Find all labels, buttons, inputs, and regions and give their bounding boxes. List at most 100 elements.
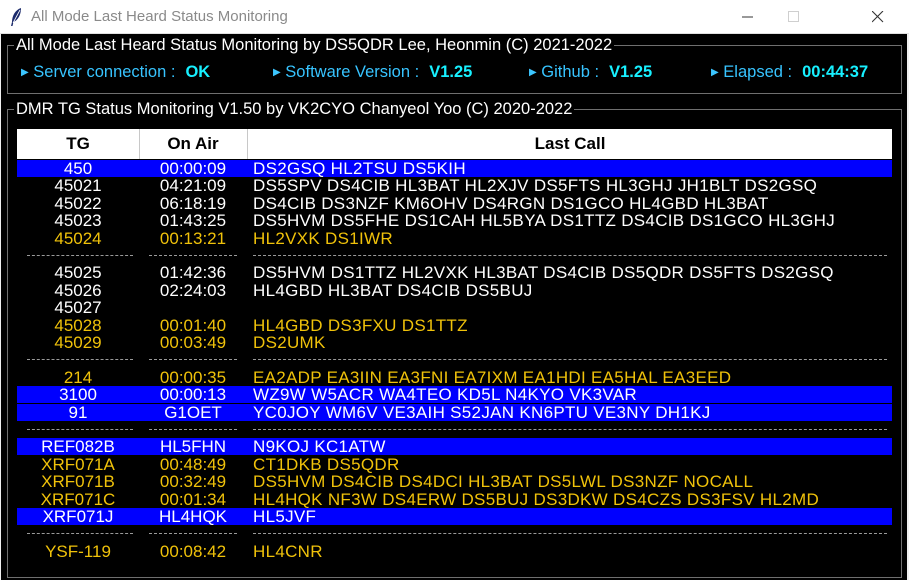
table-row[interactable]: 45029 00:03:49 DS2UMK [17,334,892,351]
tg-cell: YSF-119 [45,542,111,560]
on-air-cell: 00:48:49 [159,455,227,473]
window-title: All Mode Last Heard Status Monitoring [31,8,288,25]
tg-cell: XRF071B [41,473,115,491]
last-call-cell: EA2ADP EA3IIN EA3FNI EA7IXM EA1HDI EA5HA… [253,368,732,386]
on-air-cell: HL4HQK [158,508,228,525]
on-air-cell: 01:42:36 [159,264,227,282]
arrow-right-icon: ▶ [273,67,281,78]
tg-cell: 45025 [54,264,102,282]
talkgroup-table: 450 00:00:09 DS2GSQ HL2TSU DS5KIH 45021 04:2… [17,160,892,570]
tg-cell: 45026 [54,281,102,299]
on-air-cell: 00:13:21 [159,229,227,247]
title-bar: All Mode Last Heard Status Monitoring [0,0,909,34]
table-row[interactable]: 3100 00:00:13 WZ9W W5ACR WA4TEO KD5L N4KYO… [17,386,892,404]
server-connection-status: ▶ Server connection : OK [21,63,211,81]
tg-cell: 45023 [54,212,102,230]
table-row[interactable]: 450 00:00:09 DS2GSQ HL2TSU DS5KIH [17,160,892,177]
table-row[interactable]: 45027 [17,299,892,316]
tg-cell: 45029 [54,334,102,351]
last-call-cell: N9KOJ KC1ATW [253,438,386,456]
on-air-cell: 06:18:19 [159,194,227,212]
tg-cell: XRF071J [42,508,114,525]
tg-cell: 45022 [54,194,102,212]
table-row[interactable]: XRF071C 00:01:34 HL4HQK NF3W DS4ERW DS5BUJ… [17,491,892,508]
tg-cell: 45028 [54,316,102,334]
on-air-cell: 00:00:09 [159,160,227,177]
github-status: ▶ Github : V1.25 [529,63,653,81]
tg-cell: 214 [63,368,93,386]
github-version-value: V1.25 [609,63,653,81]
tg-cell: 450 [63,160,93,177]
minimize-icon [742,16,753,18]
last-call-cell: DS5HVM DS1TTZ HL2VXK HL3BAT DS4CIB DS5QD… [253,264,834,282]
arrow-right-icon: ▶ [529,67,537,78]
row-separator [17,359,892,361]
software-version-value: V1.25 [429,63,473,81]
table-row[interactable]: 45026 02:24:03 HL4GBD HL3BAT DS4CIB DS5BUJ [17,282,892,299]
on-air-cell: 00:00:35 [159,368,227,386]
close-button[interactable] [855,0,901,33]
last-call-cell: HL4GBD DS3FXU DS1TTZ [253,316,468,334]
last-call-cell: DS5HVM DS4CIB DS4DCI HL3BAT DS5LWL DS3NZ… [253,473,754,491]
table-row[interactable]: XRF071B 00:32:49 DS5HVM DS4CIB DS4DCI HL3B… [17,473,892,490]
column-header-last-call[interactable]: Last Call [248,129,892,159]
table-row[interactable]: 45024 00:13:21 HL2VXK DS1IWR [17,230,892,247]
minimize-button[interactable] [725,0,771,33]
last-call-cell: HL4CNR [253,542,323,560]
table-row[interactable]: 45023 01:43:25 DS5HVM DS5FHE DS1CAH HL5BYA… [17,212,892,229]
column-header-on-air[interactable]: On Air [139,129,248,159]
on-air-cell: 00:00:13 [159,386,227,404]
tg-cell: 45024 [54,229,102,247]
elapsed-value: 00:44:37 [802,63,869,81]
tg-cell: XRF071A [41,455,115,473]
on-air-cell: 01:43:25 [159,212,227,230]
table-row[interactable]: 214 00:00:35 EA2ADP EA3IIN EA3FNI EA7IXM E… [17,369,892,386]
dmr-frame-legend: DMR TG Status Monitoring V1.50 by VK2CYO… [14,100,575,119]
table-row[interactable]: YSF-119 00:08:42 HL4CNR [17,543,892,560]
table-header: TG On Air Last Call [17,129,892,159]
server-connection-value: OK [185,63,211,81]
elapsed-status: ▶ Elapsed :00:44:37 [711,63,869,81]
last-call-cell: DS2UMK [253,334,326,351]
last-call-cell: HL4HQK NF3W DS4ERW DS5BUJ DS3DKW DS4CZS … [253,490,820,508]
table-row[interactable]: 45021 04:21:09 DS5SPV DS4CIB HL3BAT HL2XJV… [17,177,892,194]
last-call-cell: DS4CIB DS3NZF KM6OHV DS4RGN DS1GCO HL4GB… [253,194,769,212]
tg-cell: 3100 [59,386,97,404]
client-area: All Mode Last Heard Status Monitoring by… [1,34,907,580]
on-air-cell: G1OET [164,403,222,421]
on-air-cell: 00:08:42 [159,542,227,560]
last-call-cell: HL2VXK DS1IWR [253,229,393,247]
table-row[interactable]: 91 G1OET YC0JOY WM6V VE3AIH S52JAN KN6PTU … [17,403,892,421]
arrow-right-icon: ▶ [711,67,719,78]
on-air-cell: 00:01:34 [159,490,227,508]
row-separator [17,255,892,256]
on-air-cell: 04:21:09 [159,177,227,195]
close-icon [872,11,884,23]
last-call-cell: CT1DKB DS5QDR [253,455,400,473]
last-call-cell: YC0JOY WM6V VE3AIH S52JAN KN6PTU VE3NY D… [253,403,711,421]
table-row[interactable]: REF082B HL5FHN N9KOJ KC1ATW [17,438,892,456]
tg-cell: 45027 [54,299,102,317]
row-separator [17,533,892,535]
table-row[interactable]: 45022 06:18:19 DS4CIB DS3NZF KM6OHV DS4RGN… [17,195,892,212]
arrow-right-icon: ▶ [21,67,29,78]
status-frame-legend: All Mode Last Heard Status Monitoring by… [14,36,615,55]
on-air-cell: 00:03:49 [159,334,227,351]
tg-cell: 91 [68,403,88,421]
column-header-tg[interactable]: TG [17,129,140,159]
feather-icon [9,7,23,32]
last-call-cell: DS2GSQ HL2TSU DS5KIH [253,160,466,177]
on-air-cell: HL5FHN [159,438,227,456]
on-air-cell: 00:01:40 [159,316,227,334]
software-version-status: ▶ Software Version : V1.25 [273,63,473,81]
tg-cell: 45021 [54,177,102,195]
table-row[interactable]: XRF071J HL4HQK HL5JVF [17,508,892,525]
on-air-cell: 02:24:03 [159,281,227,299]
table-row[interactable]: 45025 01:42:36 DS5HVM DS1TTZ HL2VXK HL3BAT… [17,264,892,281]
last-call-cell: DS5HVM DS5FHE DS1CAH HL5BYA DS1TTZ DS4CI… [253,212,836,230]
maximize-button[interactable] [771,0,817,33]
table-row[interactable]: 45028 00:01:40 HL4GBD DS3FXU DS1TTZ [17,317,892,334]
maximize-icon [788,11,799,22]
table-row[interactable]: XRF071A 00:48:49 CT1DKB DS5QDR [17,456,892,473]
last-call-cell: HL5JVF [253,508,317,525]
